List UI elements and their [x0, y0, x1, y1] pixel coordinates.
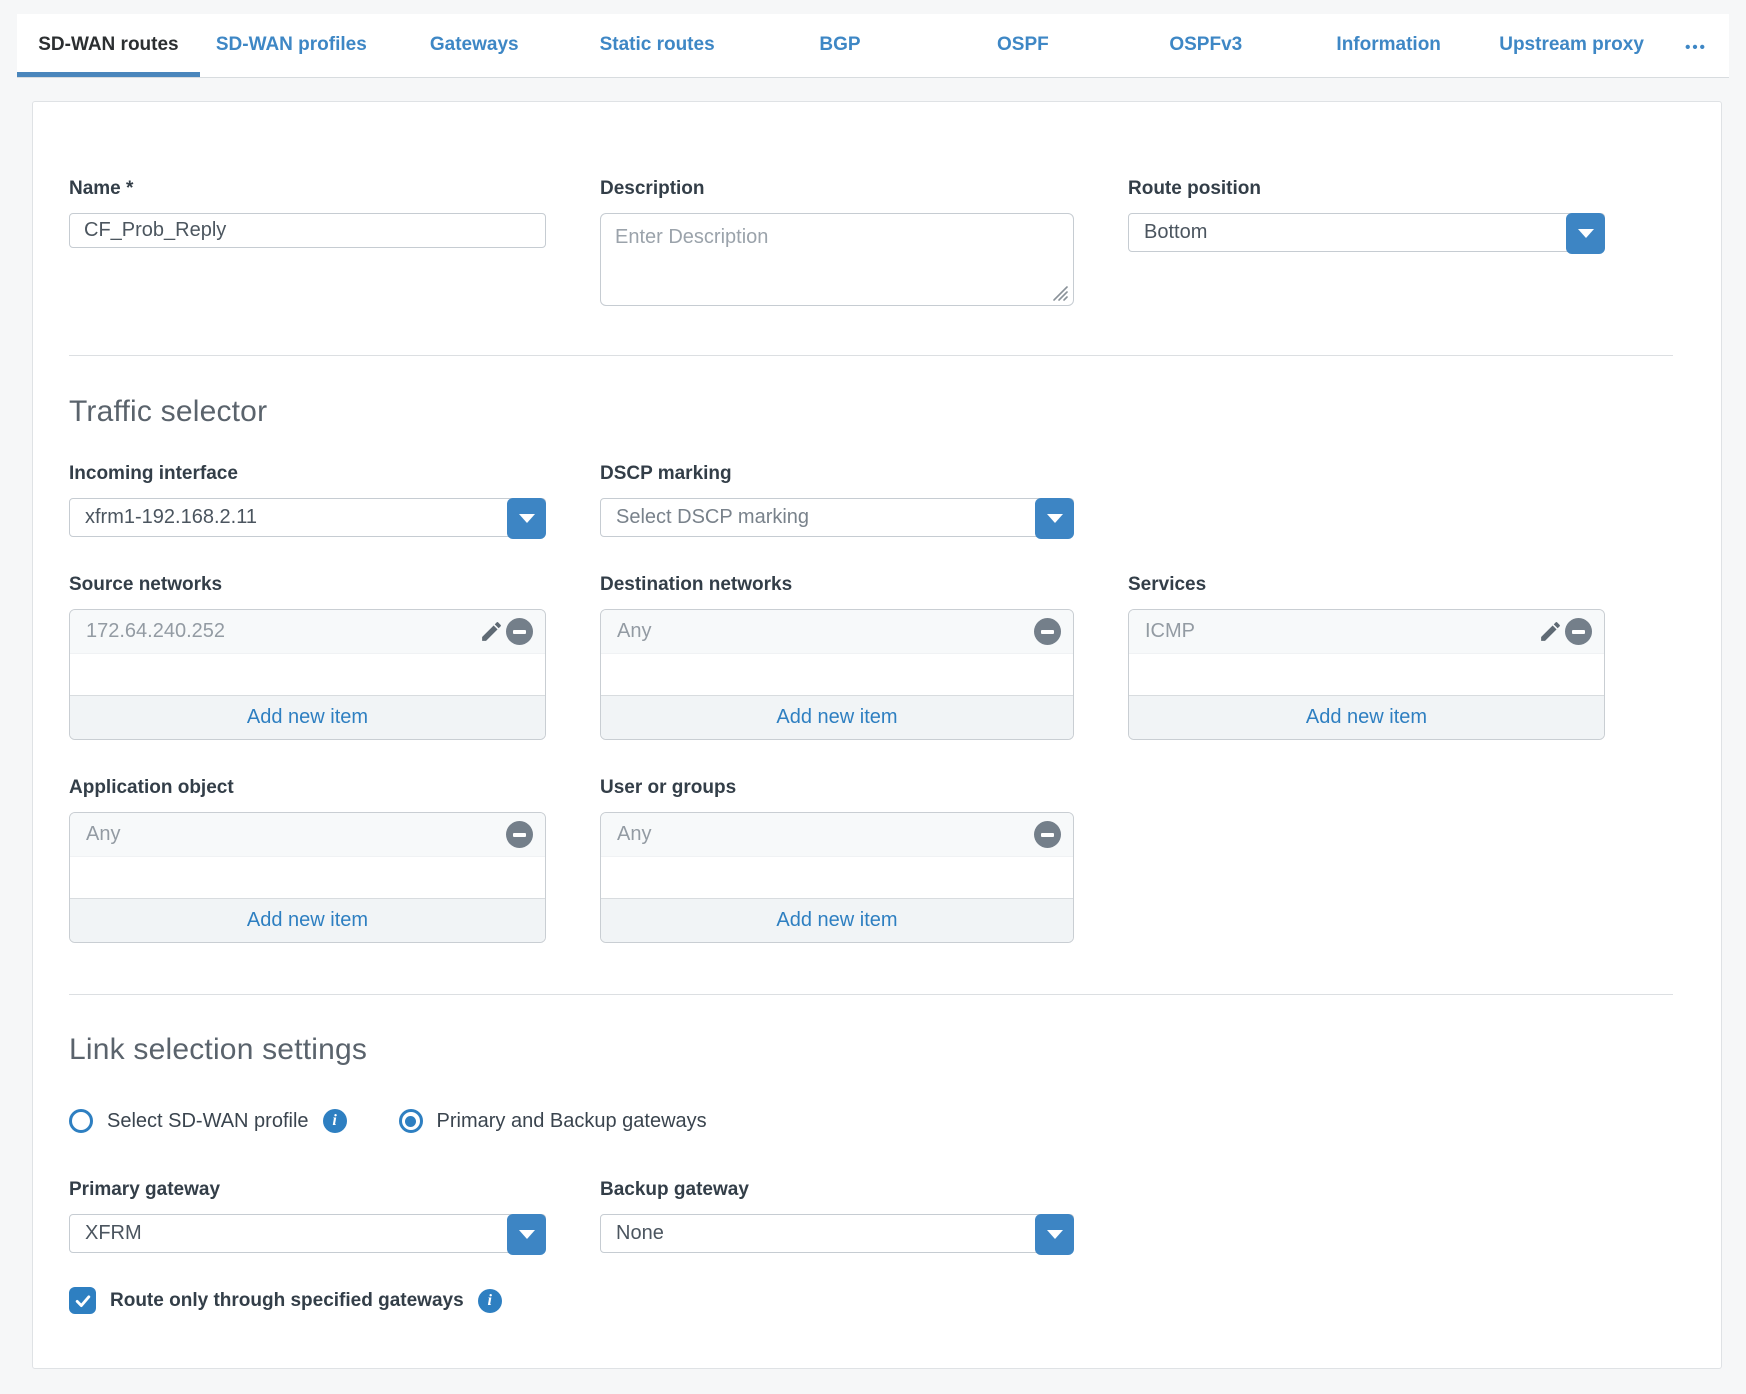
description-label: Description — [600, 178, 1074, 200]
list-item: Any — [601, 610, 1073, 654]
remove-item-icon[interactable] — [506, 821, 533, 848]
source-networks-field-group: Source networks 172.64.240.252 Add new i… — [69, 574, 546, 740]
tab-upstream-proxy[interactable]: Upstream proxy — [1480, 14, 1663, 77]
chevron-down-icon[interactable] — [1566, 213, 1605, 254]
user-or-groups-label: User or groups — [600, 777, 1074, 799]
application-object-list: Any Add new item — [69, 812, 546, 943]
add-user-or-group-button[interactable]: Add new item — [601, 898, 1073, 942]
dscp-marking-field-group: DSCP marking Select DSCP marking — [600, 463, 1074, 537]
backup-gateway-select[interactable]: None — [600, 1214, 1074, 1253]
application-object-label: Application object — [69, 777, 546, 799]
destination-networks-list: Any Add new item — [600, 609, 1074, 740]
tab-sd-wan-profiles[interactable]: SD-WAN profiles — [200, 14, 383, 77]
user-or-groups-field-group: User or groups Any Add new item — [600, 777, 1074, 943]
info-icon[interactable]: i — [478, 1289, 502, 1313]
remove-item-icon[interactable] — [506, 618, 533, 645]
service-value: ICMP — [1145, 620, 1535, 643]
tab-sd-wan-routes[interactable]: SD-WAN routes — [17, 14, 200, 77]
services-field-group: Services ICMP Add new item — [1128, 574, 1605, 740]
name-label: Name * — [69, 178, 546, 200]
source-networks-label: Source networks — [69, 574, 546, 596]
incoming-interface-label: Incoming interface — [69, 463, 546, 485]
chevron-down-icon[interactable] — [1035, 498, 1074, 539]
application-object-value: Any — [86, 823, 506, 846]
incoming-interface-value: xfrm1-192.168.2.11 — [85, 506, 257, 529]
incoming-interface-select[interactable]: xfrm1-192.168.2.11 — [69, 498, 546, 537]
edit-pencil-icon[interactable] — [1535, 617, 1565, 647]
dscp-marking-placeholder: Select DSCP marking — [616, 506, 809, 529]
application-object-field-group: Application object Any Add new item — [69, 777, 546, 943]
tab-static-routes[interactable]: Static routes — [566, 14, 749, 77]
primary-backup-radio[interactable] — [399, 1109, 423, 1133]
add-application-object-button[interactable]: Add new item — [70, 898, 545, 942]
source-network-value: 172.64.240.252 — [86, 620, 476, 643]
resize-handle-icon[interactable] — [1051, 284, 1069, 302]
tab-bar: SD-WAN routes SD-WAN profiles Gateways S… — [17, 14, 1729, 78]
sd-wan-profile-radio-label: Select SD-WAN profile — [107, 1110, 309, 1133]
divider — [69, 355, 1673, 356]
tab-bgp[interactable]: BGP — [749, 14, 932, 77]
add-destination-network-button[interactable]: Add new item — [601, 695, 1073, 739]
primary-gateway-select[interactable]: XFRM — [69, 1214, 546, 1253]
divider — [69, 994, 1673, 995]
primary-gateway-label: Primary gateway — [69, 1179, 546, 1201]
route-position-field-group: Route position Bottom — [1128, 178, 1605, 252]
services-label: Services — [1128, 574, 1605, 596]
route-only-checkbox[interactable] — [69, 1287, 96, 1314]
source-networks-list: 172.64.240.252 Add new item — [69, 609, 546, 740]
primary-backup-radio-label: Primary and Backup gateways — [437, 1110, 707, 1133]
tab-ospfv3[interactable]: OSPFv3 — [1114, 14, 1297, 77]
remove-item-icon[interactable] — [1034, 821, 1061, 848]
route-only-checkbox-row: Route only through specified gateways i — [69, 1287, 1671, 1314]
route-only-checkbox-label: Route only through specified gateways — [110, 1290, 464, 1312]
add-service-button[interactable]: Add new item — [1129, 695, 1604, 739]
list-item: 172.64.240.252 — [70, 610, 545, 654]
chevron-down-icon[interactable] — [507, 498, 546, 539]
add-source-network-button[interactable]: Add new item — [70, 695, 545, 739]
name-input[interactable] — [69, 213, 546, 248]
list-item: ICMP — [1129, 610, 1604, 654]
traffic-selector-title: Traffic selector — [69, 395, 1671, 429]
tab-ospf[interactable]: OSPF — [931, 14, 1114, 77]
chevron-down-icon[interactable] — [1035, 1214, 1074, 1255]
destination-networks-label: Destination networks — [600, 574, 1074, 596]
tab-information[interactable]: Information — [1297, 14, 1480, 77]
route-position-select[interactable]: Bottom — [1128, 213, 1605, 252]
user-or-groups-list: Any Add new item — [600, 812, 1074, 943]
backup-gateway-label: Backup gateway — [600, 1179, 1074, 1201]
backup-gateway-value: None — [616, 1222, 664, 1245]
info-icon[interactable]: i — [323, 1109, 347, 1133]
services-list: ICMP Add new item — [1128, 609, 1605, 740]
sd-wan-route-form: Name * Description Route position Bottom — [32, 101, 1722, 1369]
edit-pencil-icon[interactable] — [476, 617, 506, 647]
dscp-marking-label: DSCP marking — [600, 463, 1074, 485]
name-field-group: Name * — [69, 178, 546, 248]
sd-wan-profile-radio-row: Select SD-WAN profile i — [69, 1109, 347, 1133]
route-position-label: Route position — [1128, 178, 1605, 200]
chevron-down-icon[interactable] — [507, 1214, 546, 1255]
incoming-interface-field-group: Incoming interface xfrm1-192.168.2.11 — [69, 463, 546, 537]
user-or-groups-value: Any — [617, 823, 1034, 846]
more-tabs-icon[interactable]: ••• — [1663, 14, 1729, 77]
list-item: Any — [70, 813, 545, 857]
tab-gateways[interactable]: Gateways — [383, 14, 566, 77]
list-item: Any — [601, 813, 1073, 857]
primary-gateway-value: XFRM — [85, 1222, 142, 1245]
link-selection-title: Link selection settings — [69, 1033, 1671, 1067]
destination-networks-field-group: Destination networks Any Add new item — [600, 574, 1074, 740]
description-field-group: Description — [600, 178, 1074, 311]
dscp-marking-select[interactable]: Select DSCP marking — [600, 498, 1074, 537]
backup-gateway-field-group: Backup gateway None — [600, 1179, 1074, 1253]
remove-item-icon[interactable] — [1565, 618, 1592, 645]
primary-backup-radio-row: Primary and Backup gateways — [399, 1109, 707, 1133]
remove-item-icon[interactable] — [1034, 618, 1061, 645]
destination-network-value: Any — [617, 620, 1034, 643]
primary-gateway-field-group: Primary gateway XFRM — [69, 1179, 546, 1253]
sd-wan-profile-radio[interactable] — [69, 1109, 93, 1133]
description-input[interactable] — [600, 213, 1074, 306]
route-position-value: Bottom — [1144, 221, 1207, 244]
